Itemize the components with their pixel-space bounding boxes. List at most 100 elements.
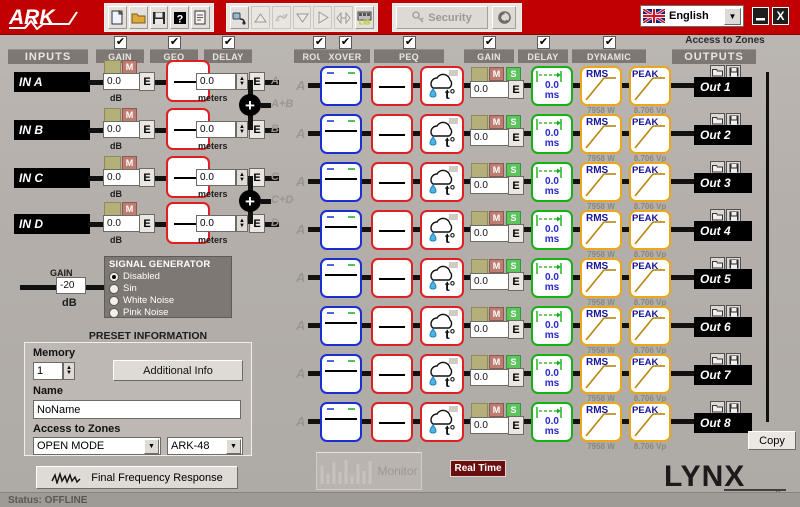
- input-gain-edit-button-2[interactable]: E: [139, 168, 155, 187]
- chevron-down-icon[interactable]: ▼: [724, 7, 741, 25]
- input-mute-button-2[interactable]: M: [122, 156, 137, 170]
- channel-peq-box-7[interactable]: [371, 402, 413, 442]
- input-gain-edit-button-0[interactable]: E: [139, 72, 155, 91]
- channel-xover-box-1[interactable]: [320, 114, 362, 154]
- library-icon[interactable]: LIB: [355, 6, 375, 29]
- input-delay-value-1[interactable]: 0.0: [196, 121, 236, 138]
- output-label-6[interactable]: Out 7: [694, 365, 752, 385]
- play-icon[interactable]: [313, 6, 333, 29]
- channel-solo-button-7[interactable]: S: [506, 403, 521, 417]
- close-button[interactable]: X: [772, 7, 789, 25]
- channel-gain-value-7[interactable]: 0.0: [470, 417, 508, 434]
- save-icon[interactable]: [149, 6, 169, 29]
- channel-gain-edit-button-2[interactable]: E: [508, 176, 524, 195]
- output-label-4[interactable]: Out 5: [694, 269, 752, 289]
- transfer-icon[interactable]: [334, 6, 354, 29]
- channel-atmospheric-box-6[interactable]: t°: [420, 354, 464, 394]
- channel-mute-button-2[interactable]: M: [489, 163, 504, 177]
- channel-xover-box-6[interactable]: [320, 354, 362, 394]
- channel-atmospheric-box-0[interactable]: t°: [420, 66, 464, 106]
- chevron-down-icon[interactable]: ▼: [226, 438, 241, 454]
- output-label-7[interactable]: Out 8: [694, 413, 752, 433]
- channel-xover-box-4[interactable]: [320, 258, 362, 298]
- channel-solo-button-2[interactable]: S: [506, 163, 521, 177]
- channel-mute-button-1[interactable]: M: [489, 115, 504, 129]
- siggen-option-white-noise[interactable]: White Noise: [109, 295, 227, 306]
- channel-xover-box-2[interactable]: [320, 162, 362, 202]
- channel-peq-box-1[interactable]: [371, 114, 413, 154]
- minimize-button[interactable]: [752, 7, 769, 25]
- channel-peq-box-5[interactable]: [371, 306, 413, 346]
- security-button[interactable]: Security: [396, 6, 488, 29]
- input-gain-edit-button-3[interactable]: E: [139, 214, 155, 233]
- siggen-option-sin[interactable]: Sin: [109, 283, 227, 294]
- header-checkbox-dynamic-9[interactable]: ✔: [603, 36, 616, 49]
- input-gain-value-3[interactable]: 0.0: [103, 215, 139, 232]
- sync-icon[interactable]: [271, 6, 291, 29]
- zones-device-select[interactable]: ARK-48 ▼: [167, 437, 243, 455]
- channel-mute-button-3[interactable]: M: [489, 211, 504, 225]
- help-icon[interactable]: ?: [170, 6, 190, 29]
- input-mute-button-1[interactable]: M: [122, 108, 137, 122]
- settings-gear-button[interactable]: [492, 6, 516, 29]
- monitor-button[interactable]: Monitor: [316, 452, 422, 490]
- channel-xover-box-5[interactable]: [320, 306, 362, 346]
- channel-peq-box-4[interactable]: [371, 258, 413, 298]
- channel-gain-edit-button-3[interactable]: E: [508, 224, 524, 243]
- input-delay-value-2[interactable]: 0.0: [196, 169, 236, 186]
- input-delay-stepper-0[interactable]: ▲ ▼: [236, 73, 248, 90]
- chevron-down-icon[interactable]: ▼: [144, 438, 159, 454]
- report-icon[interactable]: [191, 6, 210, 29]
- channel-mute-button-0[interactable]: M: [489, 67, 504, 81]
- channel-solo-button-6[interactable]: S: [506, 355, 521, 369]
- input-delay-stepper-2[interactable]: ▲ ▼: [236, 169, 248, 186]
- new-file-icon[interactable]: [108, 6, 127, 29]
- channel-gain-edit-button-5[interactable]: E: [508, 320, 524, 339]
- output-label-1[interactable]: Out 2: [694, 125, 752, 145]
- header-checkbox-gain-7[interactable]: ✔: [483, 36, 496, 49]
- output-label-5[interactable]: Out 6: [694, 317, 752, 337]
- master-gain-value[interactable]: -20: [56, 277, 86, 294]
- input-delay-value-0[interactable]: 0.0: [196, 73, 236, 90]
- channel-gain-edit-button-0[interactable]: E: [508, 80, 524, 99]
- sum-node-1[interactable]: +: [239, 190, 261, 212]
- connect-icon[interactable]: [230, 6, 249, 29]
- channel-mute-button-4[interactable]: M: [489, 259, 504, 273]
- output-label-2[interactable]: Out 3: [694, 173, 752, 193]
- channel-solo-button-1[interactable]: S: [506, 115, 521, 129]
- input-gain-edit-button-1[interactable]: E: [139, 120, 155, 139]
- preset-name-input[interactable]: NoName: [33, 400, 241, 419]
- input-delay-stepper-1[interactable]: ▲ ▼: [236, 121, 248, 138]
- copy-button[interactable]: Copy: [748, 431, 796, 450]
- channel-xover-box-7[interactable]: [320, 402, 362, 442]
- memory-value[interactable]: 1: [33, 362, 63, 380]
- header-checkbox-delay-8[interactable]: ✔: [537, 36, 550, 49]
- input-mute-button-3[interactable]: M: [122, 202, 137, 216]
- output-label-0[interactable]: Out 1: [694, 77, 752, 97]
- channel-gain-value-0[interactable]: 0.0: [470, 81, 508, 98]
- channel-atmospheric-box-1[interactable]: t°: [420, 114, 464, 154]
- channel-atmospheric-box-4[interactable]: t°: [420, 258, 464, 298]
- header-checkbox-gain-1[interactable]: ✔: [114, 36, 127, 49]
- channel-mute-button-6[interactable]: M: [489, 355, 504, 369]
- input-gain-value-2[interactable]: 0.0: [103, 169, 139, 186]
- open-folder-icon[interactable]: [128, 6, 148, 29]
- channel-mute-button-7[interactable]: M: [489, 403, 504, 417]
- header-checkbox-delay-3[interactable]: ✔: [222, 36, 235, 49]
- channel-gain-value-4[interactable]: 0.0: [470, 273, 508, 290]
- channel-mute-button-5[interactable]: M: [489, 307, 504, 321]
- siggen-option-pink-noise[interactable]: Pink Noise: [109, 307, 227, 318]
- channel-peq-box-0[interactable]: [371, 66, 413, 106]
- upload-icon[interactable]: [250, 6, 270, 29]
- channel-gain-edit-button-6[interactable]: E: [508, 368, 524, 387]
- channel-atmospheric-box-2[interactable]: t°: [420, 162, 464, 202]
- channel-gain-value-1[interactable]: 0.0: [470, 129, 508, 146]
- channel-gain-value-2[interactable]: 0.0: [470, 177, 508, 194]
- channel-solo-button-5[interactable]: S: [506, 307, 521, 321]
- output-label-3[interactable]: Out 4: [694, 221, 752, 241]
- input-gain-value-1[interactable]: 0.0: [103, 121, 139, 138]
- memory-stepper[interactable]: ▲ ▼: [63, 362, 75, 380]
- header-checkbox-xover-5[interactable]: ✔: [339, 36, 352, 49]
- input-mute-button-0[interactable]: M: [122, 60, 137, 74]
- channel-peq-box-3[interactable]: [371, 210, 413, 250]
